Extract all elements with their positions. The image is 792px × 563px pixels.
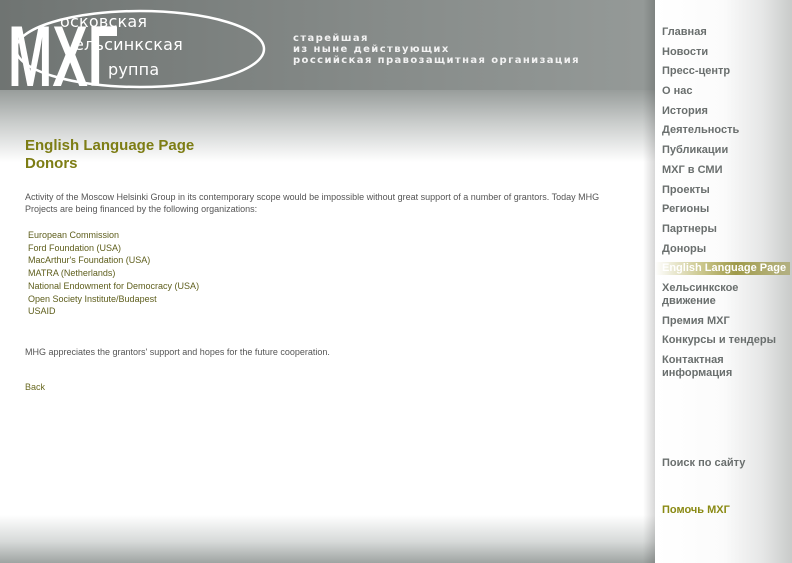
- intro-paragraph: Activity of the Moscow Helsinki Group in…: [25, 192, 600, 214]
- sidebar-item-glavnaya[interactable]: Главная: [662, 26, 790, 39]
- main-column: МХГ осковская ельсинкская руппа старейша…: [0, 0, 657, 563]
- site-logo[interactable]: МХГ осковская ельсинкская руппа: [8, 6, 270, 90]
- closing-paragraph: MHG appreciates the grantors' support an…: [25, 347, 330, 357]
- sidebar-item-english[interactable]: English Language Page: [655, 262, 790, 276]
- sidebar-item-donors[interactable]: Доноры: [662, 243, 790, 256]
- help-mhg-link[interactable]: Помочь МХГ: [662, 504, 730, 516]
- site-search-link[interactable]: Поиск по сайту: [662, 457, 745, 469]
- donor-item: MATRA (Netherlands): [28, 268, 116, 279]
- tagline: старейшая из ныне действующих российская…: [293, 33, 580, 66]
- sidebar-item-projects[interactable]: Проекты: [662, 184, 790, 197]
- footer-gradient: [0, 515, 655, 563]
- sidebar-item-activity[interactable]: Деятельность: [662, 124, 790, 137]
- page: МХГ осковская ельсинкская руппа старейша…: [0, 0, 792, 563]
- donor-item: USAID: [28, 306, 56, 317]
- sidebar-nav: Главная Новости Пресс-центр О нас Истори…: [655, 26, 790, 387]
- page-subtitle: Donors: [25, 155, 78, 172]
- sidebar: Главная Новости Пресс-центр О нас Истори…: [655, 0, 792, 563]
- page-title: English Language Page Donors: [25, 137, 194, 173]
- sidebar-item-regions[interactable]: Регионы: [662, 203, 790, 216]
- tagline-line: из ныне действующих: [293, 44, 450, 55]
- logo-word-moskovskaya: осковская: [60, 12, 148, 31]
- donors-list: European Commission Ford Foundation (USA…: [28, 229, 199, 318]
- sidebar-item-press-center[interactable]: Пресс-центр: [662, 65, 790, 78]
- sidebar-item-novosti[interactable]: Новости: [662, 46, 790, 59]
- donor-item: European Commission: [28, 230, 120, 240]
- donor-item: National Endowment for Democracy (USA): [28, 280, 200, 291]
- sidebar-item-publications[interactable]: Публикации: [662, 144, 790, 157]
- sidebar-item-media[interactable]: МХГ в СМИ: [662, 164, 790, 177]
- sidebar-item-partners[interactable]: Партнеры: [662, 223, 790, 236]
- donor-item: MacArthur's Foundation (USA): [28, 255, 151, 266]
- donor-item: Open Society Institute/Budapest: [28, 293, 157, 304]
- sidebar-item-contests[interactable]: Конкурсы и тендеры: [662, 334, 790, 347]
- tagline-line: российская правозащитная организация: [293, 55, 580, 66]
- sidebar-item-history[interactable]: История: [662, 105, 790, 118]
- sidebar-item-about[interactable]: О нас: [662, 85, 790, 98]
- logo-word-helsinkskaya: ельсинкская: [74, 35, 183, 54]
- logo-word-gruppa: руппа: [108, 60, 160, 79]
- donor-item: Ford Foundation (USA): [28, 242, 122, 253]
- tagline-line: старейшая: [293, 33, 369, 44]
- sidebar-item-contacts[interactable]: Контактная информация: [662, 354, 790, 380]
- page-title-line: English Language Page: [25, 137, 195, 154]
- sidebar-item-helsinki-movement[interactable]: Хельсинкское движение: [662, 282, 790, 308]
- sidebar-item-mhg-prize[interactable]: Премия МХГ: [662, 315, 790, 328]
- back-link[interactable]: Back: [25, 382, 45, 392]
